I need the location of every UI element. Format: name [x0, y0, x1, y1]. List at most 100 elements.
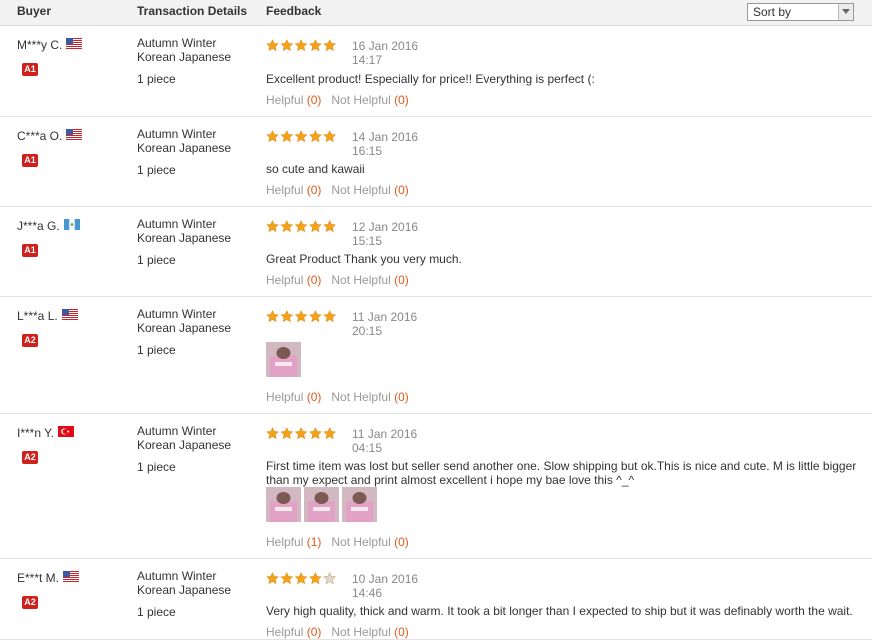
star-icon	[323, 310, 337, 323]
star-rating	[266, 130, 338, 146]
star-icon	[266, 572, 279, 585]
helpful-button[interactable]: Helpful (0)	[266, 183, 321, 197]
star-rating	[266, 427, 338, 443]
feedback-date: 11 Jan 2016 20:15	[352, 310, 418, 338]
star-icon	[294, 130, 308, 143]
product-name: Autumn Winter Korean Japanese Brand Swea…	[137, 127, 232, 157]
quantity: 1 piece	[137, 343, 176, 357]
star-icon	[280, 220, 294, 233]
star-icon	[309, 39, 322, 52]
helpful-count: (0)	[306, 390, 322, 404]
feedback-comment: First time item was lost but seller send…	[266, 459, 857, 487]
review-row: J***a G. A1 Autumn Winter Korean Japanese …	[0, 207, 872, 297]
feedback-time: 20:15	[352, 324, 383, 338]
star-icon	[266, 220, 279, 233]
sort-by-select[interactable]: Sort by	[747, 3, 854, 21]
feedback-comment: Great Product Thank you very much.	[266, 252, 462, 266]
buyer-name[interactable]: E***t M.	[17, 571, 80, 585]
quantity: 1 piece	[137, 460, 176, 474]
review-photo[interactable]	[266, 487, 301, 522]
guatemala-flag-icon	[63, 219, 80, 230]
review-row: L***a L. A2 Autumn Winter Korean Japanese …	[0, 297, 872, 414]
not-helpful-button[interactable]: Not Helpful (0)	[331, 625, 408, 639]
review-photo[interactable]	[266, 342, 301, 377]
buyer-name[interactable]: M***y C.	[17, 38, 83, 52]
helpful-count: (0)	[306, 273, 322, 287]
star-icon	[280, 310, 294, 323]
star-icon	[294, 427, 308, 440]
not-helpful-button[interactable]: Not Helpful (0)	[331, 535, 408, 549]
star-icon	[294, 220, 308, 233]
buyer-name[interactable]: J***a G.	[17, 219, 80, 233]
star-icon	[323, 220, 337, 233]
table-header: Buyer Transaction Details Feedback Sort …	[0, 0, 872, 26]
not-helpful-count: (0)	[394, 390, 409, 404]
quantity: 1 piece	[137, 605, 176, 619]
chevron-down-icon[interactable]	[838, 4, 853, 20]
star-rating	[266, 310, 338, 326]
turkey-flag-icon	[57, 426, 74, 437]
feedback-date: 14 Jan 2016 16:15	[352, 130, 419, 158]
transaction-details: Autumn Winter Korean Japanese Brand Swea…	[137, 307, 247, 357]
not-helpful-count: (0)	[394, 535, 409, 549]
star-icon	[266, 427, 279, 440]
helpful-button[interactable]: Helpful (0)	[266, 93, 321, 107]
star-icon	[323, 572, 337, 585]
quantity: 1 piece	[137, 72, 176, 86]
quantity: 1 piece	[137, 163, 176, 177]
buyer-name[interactable]: I***n Y.	[17, 426, 74, 440]
transaction-details: Autumn Winter Korean Japanese Brand Swea…	[137, 569, 247, 619]
star-rating	[266, 572, 338, 588]
buyer-name[interactable]: C***a O.	[17, 129, 83, 143]
star-icon	[280, 572, 294, 585]
helpful-button[interactable]: Helpful (0)	[266, 273, 321, 287]
product-name: Autumn Winter Korean Japanese Brand Swea…	[137, 569, 232, 599]
review-row: E***t M. A2 Autumn Winter Korean Japanese …	[0, 559, 872, 640]
feedback-time: 14:46	[352, 586, 383, 600]
star-icon	[309, 130, 322, 143]
star-icon	[294, 39, 308, 52]
not-helpful-count: (0)	[394, 183, 409, 197]
star-icon	[323, 427, 337, 440]
feedback-comment: Excellent product! Especially for price!…	[266, 72, 595, 86]
not-helpful-button[interactable]: Not Helpful (0)	[331, 390, 408, 404]
helpful-button[interactable]: Helpful (0)	[266, 390, 321, 404]
transaction-details: Autumn Winter Korean Japanese Brand Swea…	[137, 36, 247, 86]
star-icon	[323, 130, 337, 143]
us-flag-icon	[66, 129, 83, 140]
helpfulness-votes: Helpful (0) Not Helpful (0)	[266, 93, 409, 107]
not-helpful-count: (0)	[394, 625, 409, 639]
buyer-name[interactable]: L***a L.	[17, 309, 78, 323]
star-icon	[280, 130, 294, 143]
helpful-button[interactable]: Helpful (1)	[266, 535, 321, 549]
not-helpful-button[interactable]: Not Helpful (0)	[331, 183, 408, 197]
not-helpful-count: (0)	[394, 93, 409, 107]
not-helpful-count: (0)	[394, 273, 409, 287]
us-flag-icon	[63, 571, 80, 582]
quantity: 1 piece	[137, 253, 176, 267]
star-icon	[294, 572, 308, 585]
star-rating	[266, 220, 338, 236]
review-photos	[266, 487, 380, 522]
star-icon	[280, 427, 294, 440]
star-icon	[266, 39, 279, 52]
star-icon	[266, 310, 279, 323]
feedback-comment: Very high quality, thick and warm. It to…	[266, 604, 853, 618]
helpful-count: (0)	[306, 183, 322, 197]
feedback-date: 12 Jan 2016 15:15	[352, 220, 419, 248]
product-name: Autumn Winter Korean Japanese Brand Swea…	[137, 36, 232, 66]
star-icon	[309, 572, 322, 585]
review-photo[interactable]	[342, 487, 377, 522]
helpfulness-votes: Helpful (0) Not Helpful (0)	[266, 273, 409, 287]
helpfulness-votes: Helpful (0) Not Helpful (0)	[266, 390, 409, 404]
review-photo[interactable]	[304, 487, 339, 522]
star-icon	[309, 220, 322, 233]
feedback-column-header: Feedback	[266, 4, 322, 18]
not-helpful-button[interactable]: Not Helpful (0)	[331, 273, 408, 287]
helpful-count: (1)	[306, 535, 322, 549]
helpfulness-votes: Helpful (0) Not Helpful (0)	[266, 625, 409, 639]
helpful-button[interactable]: Helpful (0)	[266, 625, 321, 639]
not-helpful-button[interactable]: Not Helpful (0)	[331, 93, 408, 107]
buyer-level-badge: A1	[22, 63, 38, 76]
review-row: M***y C. A1 Autumn Winter Korean Japanese …	[0, 26, 872, 117]
